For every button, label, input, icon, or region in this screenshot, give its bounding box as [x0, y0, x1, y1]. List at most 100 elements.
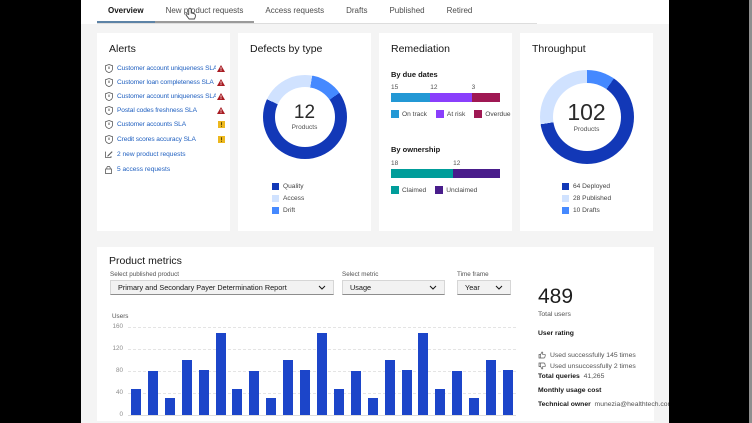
select-metric[interactable]: Usage [342, 280, 445, 295]
total-queries: Total queries 41,265 [538, 373, 604, 380]
legend-label: At risk [447, 111, 465, 118]
legend-swatch [474, 110, 482, 118]
bar [283, 360, 293, 415]
bar [317, 333, 327, 416]
bar [249, 371, 259, 415]
legend-label: Claimed [402, 187, 426, 194]
shield-icon [105, 64, 114, 73]
bar [385, 360, 395, 415]
error-triangle-icon [216, 107, 225, 114]
alert-item[interactable]: Credit scores accuracy SLA [105, 132, 225, 146]
bar [300, 370, 310, 415]
ownership-stacked-bar [391, 169, 500, 178]
product-metrics-title: Product metrics [109, 255, 182, 267]
alert-item[interactable]: Customer account uniqueness SLA [105, 61, 225, 75]
alert-item[interactable]: Customer accounts SLA [105, 118, 225, 132]
legend-item: Access [272, 195, 304, 202]
legend-swatch [272, 195, 279, 202]
bar [486, 360, 496, 415]
legend-item: 10 Drafts [562, 207, 611, 214]
legend-label: Drift [283, 207, 295, 214]
alert-label: Customer accounts SLA [117, 121, 216, 128]
shield-icon [105, 106, 114, 115]
y-tick-label: 0 [97, 411, 123, 418]
throughput-count: 102 [567, 101, 605, 124]
edit-icon [105, 150, 114, 158]
throughput-donut-chart: 102 Products [540, 70, 634, 164]
due-dates-legend: On trackAt riskOverdue [391, 110, 506, 118]
legend-item: Unclaimed [435, 186, 477, 194]
select-product-label: Select published product [110, 271, 179, 278]
alert-item[interactable]: Customer loan completeness SLA [105, 75, 225, 89]
tab-new-product-requests[interactable]: New product requests [155, 0, 255, 23]
error-triangle-icon [216, 65, 225, 72]
legend-label: Access [283, 195, 304, 202]
technical-owner: Technical owner munezia@healthtech.com [538, 401, 669, 408]
legend-item: 64 Deployed [562, 183, 611, 190]
throughput-card-title: Throughput [532, 43, 586, 55]
legend-item: Quality [272, 183, 304, 190]
tab-overview[interactable]: Overview [97, 0, 155, 23]
bar [418, 333, 428, 416]
select-published-product[interactable]: Primary and Secondary Payer Determinatio… [110, 280, 334, 295]
legend-label: On track [402, 111, 427, 118]
defects-legend: Quality Access Drift [272, 183, 304, 214]
alert-item[interactable]: Customer account uniqueness SLA [105, 89, 225, 103]
segment-value: 12 [430, 84, 437, 91]
tab-published[interactable]: Published [378, 0, 435, 23]
legend-label: 10 Drafts [573, 207, 600, 214]
technical-owner-value: munezia@healthtech.com [595, 401, 669, 408]
legend-swatch [562, 183, 569, 190]
y-tick-label: 120 [97, 345, 123, 352]
throughput-donut-center: 102 Products [540, 70, 634, 164]
user-rating-label: User rating [538, 330, 574, 337]
bar [148, 371, 158, 415]
select-time-frame[interactable]: Year [457, 280, 511, 295]
bar [452, 371, 462, 415]
legend-swatch [562, 195, 569, 202]
total-users-value: 489 [538, 285, 573, 309]
segment-value: 3 [472, 84, 476, 91]
y-axis-label: Users [112, 313, 128, 320]
tab-access-requests[interactable]: Access requests [254, 0, 335, 23]
throughput-legend: 64 Deployed28 Published10 Drafts [562, 183, 611, 214]
bar [503, 370, 513, 415]
alert-label: Customer account uniqueness SLA [117, 93, 216, 100]
shield-icon [105, 78, 114, 87]
due-dates-stacked-bar [391, 93, 500, 102]
tab-drafts[interactable]: Drafts [335, 0, 378, 23]
bar [266, 398, 276, 415]
alert-link[interactable]: 5 access requests [105, 163, 225, 178]
y-tick-label: 160 [97, 323, 123, 330]
chevron-down-icon [429, 285, 437, 290]
legend-item: Claimed [391, 186, 426, 194]
alert-link[interactable]: 2 new product requests [105, 147, 225, 162]
segment-unclaimed [453, 169, 500, 178]
defects-donut-center: 12 Products [263, 75, 347, 159]
alert-link-label: 2 new product requests [117, 151, 186, 158]
legend-label: Overdue [485, 111, 510, 118]
mouse-cursor-hand-icon [185, 7, 198, 21]
throughput-count-label: Products [574, 126, 600, 133]
legend-label: 64 Deployed [573, 183, 610, 190]
error-triangle-icon [216, 93, 225, 100]
defects-by-type-card: Defects by type 12 Products QualityAcces… [238, 33, 371, 231]
segment-value: 18 [391, 160, 398, 167]
tab-retired[interactable]: Retired [436, 0, 484, 23]
shield-icon [105, 92, 114, 101]
tab-bar: OverviewNew product requestsAccess reque… [81, 0, 669, 24]
bar [402, 370, 412, 415]
alerts-card: Alerts Customer account uniqueness SLACu… [97, 33, 230, 231]
total-users-label: Total users [538, 311, 571, 318]
alert-item[interactable]: Postal codes freshness SLA [105, 104, 225, 118]
shield-icon [105, 135, 114, 144]
segment-at-risk [430, 93, 471, 102]
legend-item: At risk [436, 110, 465, 118]
legend-item: On track [391, 110, 427, 118]
y-tick-label: 80 [97, 367, 123, 374]
bar [469, 398, 479, 415]
alert-label: Credit scores accuracy SLA [117, 136, 216, 143]
bar [182, 360, 192, 415]
bar [232, 389, 242, 415]
bar [334, 389, 344, 415]
